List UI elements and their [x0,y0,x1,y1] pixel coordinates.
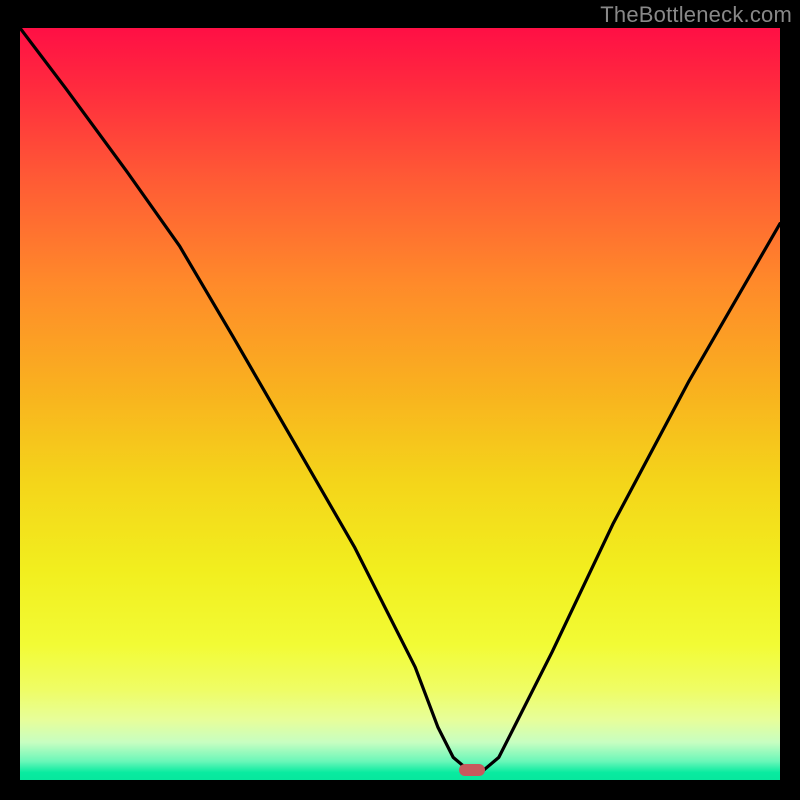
watermark-text: TheBottleneck.com [600,2,792,28]
chart-frame: TheBottleneck.com [0,0,800,800]
plot-area [20,28,780,780]
optimum-marker [459,764,485,776]
curve-path [20,28,780,770]
bottleneck-curve [20,28,780,780]
